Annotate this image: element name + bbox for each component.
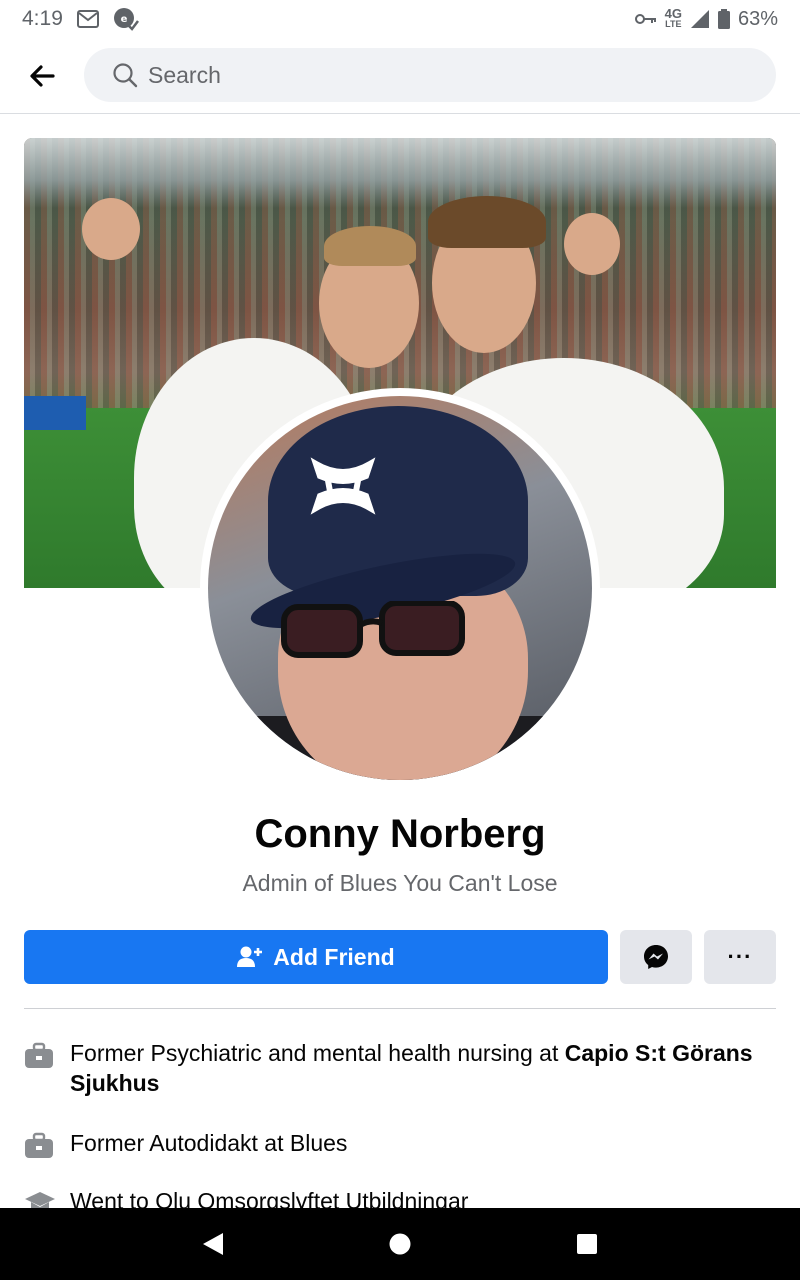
battery-icon: [717, 9, 730, 29]
vpn-key-icon: [634, 12, 657, 26]
arrow-left-icon: [30, 64, 55, 87]
intro-item-work-2: Former Autodidakt at Blues: [24, 1128, 776, 1167]
briefcase-icon: [24, 1038, 70, 1077]
nav-back-button[interactable]: [183, 1214, 243, 1274]
add-friend-label: Add Friend: [273, 943, 395, 970]
square-recents-icon: [576, 1234, 597, 1254]
app-notification-icon: e: [113, 7, 139, 31]
intro-work-1-text: Former Psychiatric and mental health nur…: [70, 1040, 565, 1066]
add-person-icon: [237, 946, 263, 967]
android-nav-bar: [0, 1208, 800, 1280]
search-input[interactable]: [148, 61, 708, 89]
profile-avatar[interactable]: [200, 388, 600, 788]
messenger-icon: [644, 945, 668, 969]
network-type-icon: 4G LTE: [664, 6, 682, 29]
gmail-icon: [76, 10, 99, 28]
svg-text:e: e: [120, 14, 127, 25]
more-dots-icon: ···: [727, 944, 753, 969]
profile-subtitle: Admin of Blues You Can't Lose: [242, 870, 558, 896]
circle-home-icon: [389, 1233, 411, 1255]
intro-work-2-text: Former Autodidakt at Blues: [70, 1130, 348, 1156]
status-bar: 4:19 e 4G LTE 63%: [0, 0, 800, 38]
back-button[interactable]: [0, 38, 84, 114]
nav-recents-button[interactable]: [557, 1214, 617, 1274]
glasses-icon: [281, 601, 465, 658]
signal-icon: [690, 9, 710, 29]
battery-percent: 63%: [737, 7, 778, 30]
divider: [24, 1008, 776, 1009]
message-button[interactable]: [620, 930, 692, 984]
cap-logo-icon: [308, 456, 378, 516]
add-friend-button[interactable]: Add Friend: [24, 930, 608, 984]
status-time: 4:19: [22, 7, 63, 30]
search-bar[interactable]: [84, 48, 776, 102]
profile-name: Conny Norberg: [254, 812, 546, 856]
triangle-back-icon: [203, 1233, 224, 1255]
search-icon: [113, 63, 138, 88]
intro-item-work-1: Former Psychiatric and mental health nur…: [24, 1038, 776, 1098]
search-header: [0, 38, 800, 114]
nav-home-button[interactable]: [370, 1214, 430, 1274]
briefcase-icon: [24, 1128, 70, 1167]
more-options-button[interactable]: ···: [704, 930, 776, 984]
